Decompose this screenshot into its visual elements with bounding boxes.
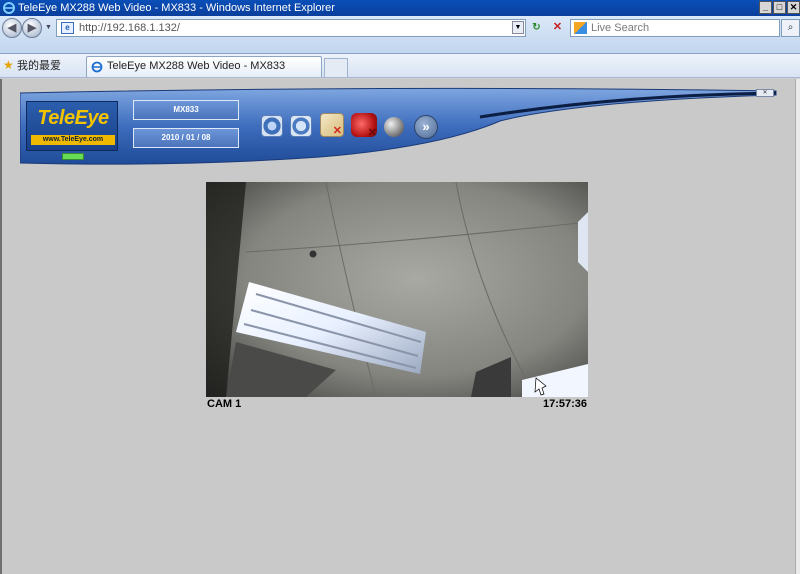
date-display: 2010 / 01 / 08 <box>133 128 239 148</box>
stop-icon[interactable]: ✕ <box>550 21 565 35</box>
minimize-button[interactable]: _ <box>759 1 772 14</box>
search-icon[interactable]: ⌕ <box>781 19 800 37</box>
logo-text: TeleEye <box>37 107 109 129</box>
camera-name: CAM 1 <box>207 398 242 410</box>
favorites-star-icon[interactable]: ★ <box>3 58 14 72</box>
tab-title: TeleEye MX288 Web Video - MX833 <box>107 60 286 72</box>
favorites-bar: ★ 我的最爱 TeleEye MX288 Web Video - MX833 <box>0 54 800 78</box>
title-bar: TeleEye MX288 Web Video - MX833 - Window… <box>0 0 800 16</box>
favorites-label[interactable]: 我的最爱 <box>17 59 61 73</box>
page-content: TeleEye www.TeleEye.com MX833 2010 / 01 … <box>0 79 800 574</box>
model-display: MX833 <box>133 100 239 120</box>
live-search-icon <box>574 22 587 34</box>
address-toolbar: ◀ ▶ ▼ e http://192.168.1.132/ ▼ ↻ ✕ Live… <box>0 16 800 54</box>
logo-url: www.TeleEye.com <box>31 135 115 145</box>
teleeye-toolbar-banner: TeleEye www.TeleEye.com MX833 2010 / 01 … <box>20 87 780 167</box>
video-frame <box>206 182 588 397</box>
status-button[interactable] <box>384 117 404 137</box>
vertical-scrollbar[interactable] <box>795 79 800 574</box>
page-icon: e <box>61 22 74 34</box>
browser-window: TeleEye MX288 Web Video - MX833 - Window… <box>0 0 800 574</box>
video-caption: CAM 1 17:57:36 <box>206 398 588 412</box>
refresh-icon[interactable]: ↻ <box>529 21 544 35</box>
maximize-button[interactable]: □ <box>773 1 786 14</box>
window-controls: _ □ ✕ <box>759 1 800 14</box>
camera-timestamp: 17:57:36 <box>542 398 587 410</box>
window-title: TeleEye MX288 Web Video - MX833 - Window… <box>18 2 335 14</box>
history-dropdown-icon[interactable]: ▼ <box>45 24 52 31</box>
status-led <box>62 153 84 160</box>
teleeye-logo: TeleEye www.TeleEye.com <box>26 101 118 151</box>
search-input[interactable]: Live Search <box>570 19 780 37</box>
snapshot-button[interactable] <box>320 113 344 137</box>
new-tab-button[interactable] <box>324 58 348 77</box>
ie-icon <box>3 2 15 14</box>
fullscreen-button[interactable] <box>290 115 312 137</box>
record-button[interactable] <box>351 113 377 139</box>
search-placeholder: Live Search <box>591 22 650 34</box>
ie-tab-icon <box>91 61 103 73</box>
single-view-button[interactable] <box>261 115 283 137</box>
address-input[interactable]: e http://192.168.1.132/ <box>56 19 526 37</box>
address-dropdown-icon[interactable]: ▼ <box>512 21 524 34</box>
banner-close-button[interactable]: ✕ <box>756 89 774 97</box>
back-button[interactable]: ◀ <box>2 18 22 38</box>
next-button[interactable]: » <box>414 115 438 139</box>
close-button[interactable]: ✕ <box>787 1 800 14</box>
forward-button[interactable]: ▶ <box>22 18 42 38</box>
address-url: http://192.168.1.132/ <box>79 22 180 34</box>
tab-teleeye[interactable]: TeleEye MX288 Web Video - MX833 <box>86 56 322 77</box>
camera-video-feed[interactable] <box>206 182 588 397</box>
